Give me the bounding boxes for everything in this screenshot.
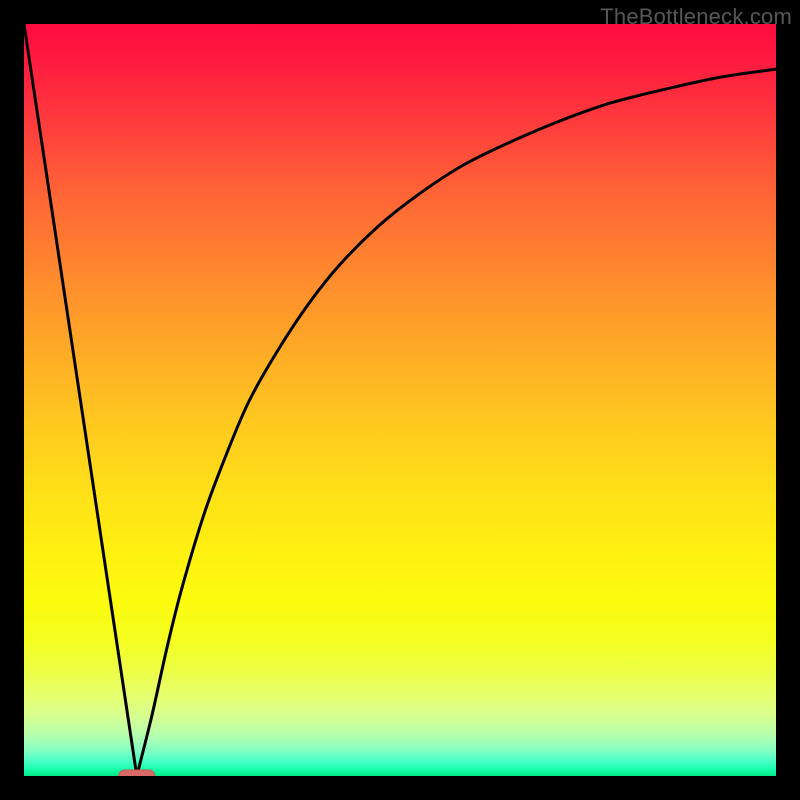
series-left-branch — [24, 24, 137, 776]
chart-series-group — [24, 24, 776, 776]
series-right-branch — [137, 69, 776, 776]
chart-container: TheBottleneck.com — [0, 0, 800, 800]
chart-marker-group — [119, 770, 155, 776]
optimal-marker — [119, 770, 155, 776]
chart-svg — [24, 24, 776, 776]
plot-area — [24, 24, 776, 776]
